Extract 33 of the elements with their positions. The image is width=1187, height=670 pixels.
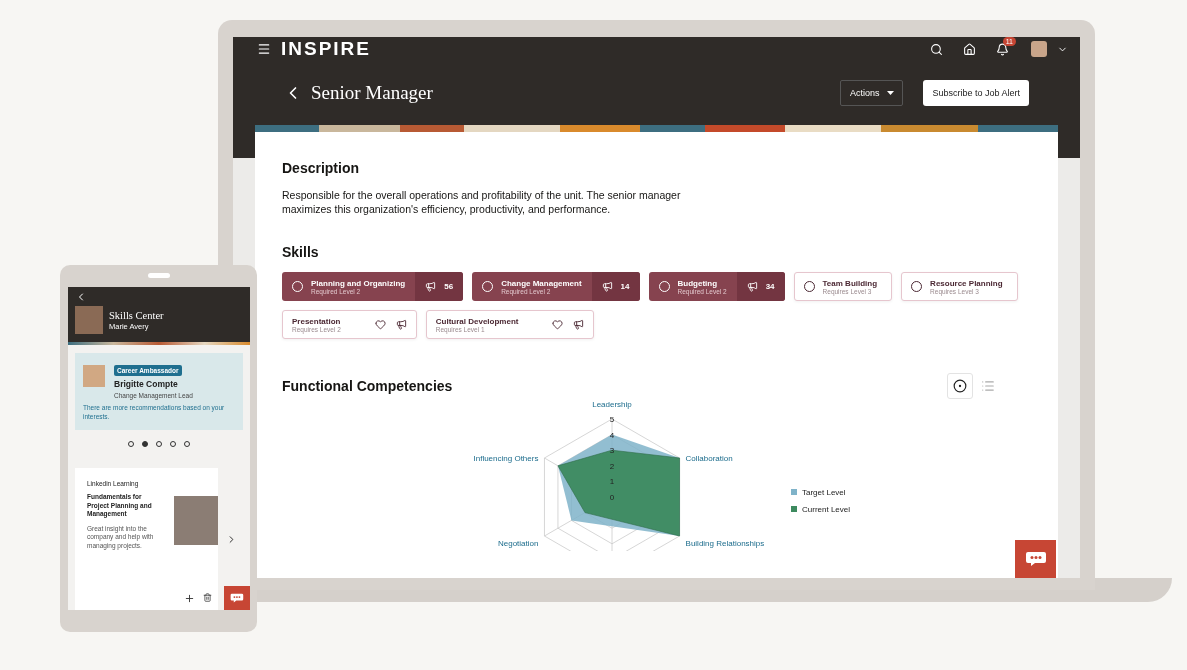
axis-label: Influencing Others <box>473 454 539 463</box>
person-name: Brigitte Compte <box>114 379 179 389</box>
screen-title: Skills Center <box>109 309 164 321</box>
legend-label: Target Level <box>802 488 846 497</box>
section-heading: Functional Competencies <box>282 378 453 394</box>
skill-name: Team Building <box>822 278 878 288</box>
app-logo[interactable]: INSPIRE <box>281 38 372 60</box>
actions-button[interactable]: Actions <box>839 80 904 106</box>
skill-name: Cultural Development <box>435 316 519 326</box>
tick-label: 0 <box>609 493 615 502</box>
skill-name: Planning and Organizing <box>311 278 406 288</box>
skill-count: 56 <box>444 282 454 291</box>
subscribe-button[interactable]: Subscribe to Job Alert <box>923 80 1029 106</box>
section-heading: Skills <box>282 244 320 260</box>
skill-name: Change Management <box>501 278 582 288</box>
legend-label: Current Level <box>802 505 851 514</box>
skill-count: 34 <box>765 282 775 291</box>
axis-label: Negotiation <box>497 539 539 548</box>
skill-name: Resource Planning <box>930 278 1003 288</box>
page-title: Senior Manager <box>311 82 433 104</box>
tick-label: 2 <box>609 461 615 471</box>
skill-name: Budgeting <box>677 278 718 288</box>
tick-label: 5 <box>609 415 615 424</box>
description-text: Responsible for the overall operations and profitability of the unit. The senior manager maximizes this organization's efficiency, productivity, and performance. <box>282 188 682 216</box>
skill-count: 14 <box>620 282 630 291</box>
axis-label: Building Relationships <box>685 539 765 548</box>
axis-label: Leadership <box>592 400 632 409</box>
tick-label: 3 <box>609 446 615 456</box>
axis-label: Collaboration <box>685 454 733 463</box>
section-heading: Description <box>282 160 360 176</box>
tick-label: 4 <box>609 430 615 440</box>
skill-name: Presentation <box>292 316 341 326</box>
tick-label: 1 <box>609 477 615 487</box>
